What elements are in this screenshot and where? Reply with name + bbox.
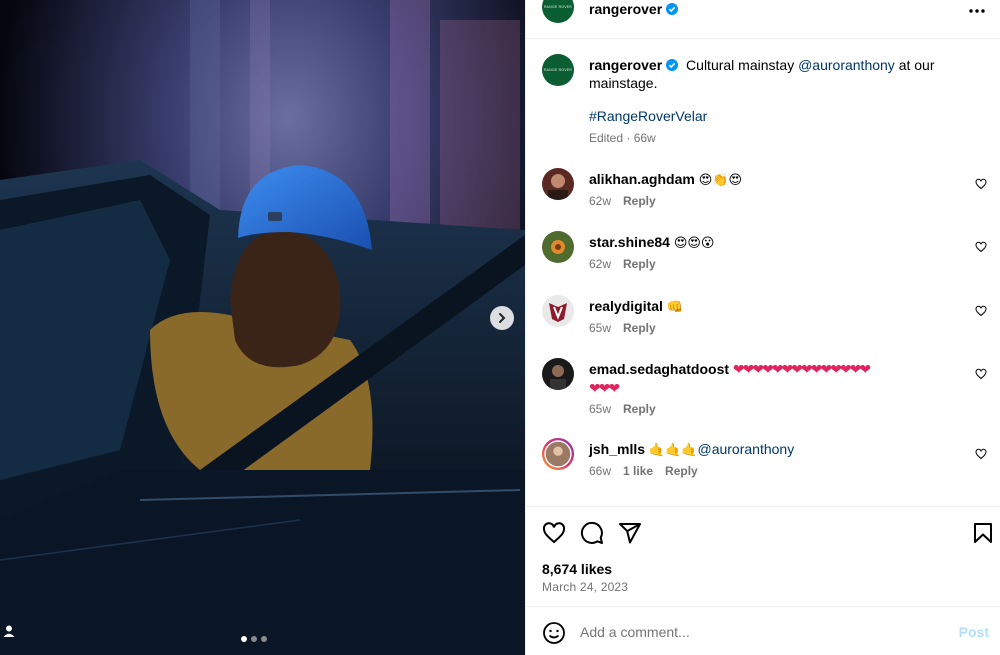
comment-text: 🤙🤙🤙 <box>648 443 698 458</box>
post-comment-button[interactable]: Post <box>959 624 989 640</box>
caption-text: rangerover Cultural mainstay @aurorantho… <box>589 56 974 92</box>
comment-meta: 65w Reply <box>589 321 656 335</box>
comment-time: 62w <box>589 257 612 271</box>
chevron-right-icon <box>499 313 506 323</box>
post-date: March 24, 2023 <box>542 580 629 594</box>
reply-button[interactable]: Reply <box>623 257 656 271</box>
verified-badge-icon <box>666 59 679 71</box>
comment-text: 😍😍😮 <box>673 236 715 251</box>
comment-meta: 62w Reply <box>589 194 656 208</box>
post-actions: 8,674 likes March 24, 2023 <box>526 506 1000 606</box>
comment-body: emad.sedaghatdoost ❤❤❤❤❤❤❤❤❤❤❤❤❤❤ ❤❤❤ <box>589 360 964 398</box>
reply-button[interactable]: Reply <box>623 402 656 416</box>
avatar-logo-text: RANGE ROVER <box>543 68 573 72</box>
slide-indicator <box>241 636 267 642</box>
comment-time: 65w <box>589 321 612 335</box>
reply-button[interactable]: Reply <box>623 321 656 335</box>
comment-body: jsh_mlls 🤙🤙🤙@auroranthony <box>589 440 964 460</box>
comment-icon[interactable] <box>580 521 604 545</box>
account-username-label: rangerover <box>589 1 663 17</box>
comment-username[interactable]: jsh_mlls <box>589 441 645 457</box>
account-avatar[interactable]: RANGE ROVER <box>542 0 574 23</box>
next-slide-button[interactable] <box>490 306 514 330</box>
verified-badge-icon <box>666 3 679 15</box>
comment-likes-count[interactable]: 1 like <box>623 464 653 478</box>
avatar-logo-text: RANGE ROVER <box>543 5 573 9</box>
heart-icon[interactable] <box>542 521 566 545</box>
comment-time: 66w <box>589 464 612 478</box>
commenter-avatar[interactable] <box>541 437 575 471</box>
comment-like-icon[interactable] <box>975 241 987 253</box>
comment-username[interactable]: emad.sedaghatdoost <box>589 361 729 377</box>
account-username[interactable]: rangerover <box>589 1 679 17</box>
comment-time: 62w <box>589 194 612 208</box>
comment-username[interactable]: star.shine84 <box>589 234 670 250</box>
comments-list[interactable]: RANGE ROVER rangerover Cultural mainstay… <box>526 40 1000 506</box>
slide-dot <box>241 636 247 642</box>
comment-text: ❤❤❤ <box>589 381 620 397</box>
comment-mention-link[interactable]: @auroranthony <box>697 441 794 457</box>
caption-hashtag-link[interactable]: #RangeRoverVelar <box>589 108 707 124</box>
comment-meta: 62w Reply <box>589 257 656 271</box>
send-icon[interactable] <box>618 521 642 545</box>
comment-like-icon[interactable] <box>975 305 987 317</box>
commenter-avatar[interactable] <box>542 295 574 327</box>
more-icon <box>969 9 985 13</box>
comment-input[interactable] <box>580 624 920 640</box>
user-tag-icon[interactable] <box>2 624 16 638</box>
commenter-avatar[interactable] <box>542 168 574 200</box>
post-header: RANGE ROVER rangerover <box>526 0 1000 39</box>
comment-like-icon[interactable] <box>975 448 987 460</box>
comment-body: alikhan.aghdam 😍👏😍 <box>589 170 964 190</box>
comment-username[interactable]: alikhan.aghdam <box>589 171 695 187</box>
post-photo <box>0 0 525 655</box>
comment-meta: 66w 1 like Reply <box>589 464 698 478</box>
likes-count[interactable]: 8,674 likes <box>542 561 612 577</box>
caption-avatar[interactable]: RANGE ROVER <box>542 54 574 86</box>
reply-button[interactable]: Reply <box>623 194 656 208</box>
commenter-avatar[interactable] <box>542 231 574 263</box>
emoji-icon[interactable] <box>542 621 566 645</box>
comment-like-icon[interactable] <box>975 178 987 190</box>
comment-text: 😍👏😍 <box>698 173 742 188</box>
bookmark-icon[interactable] <box>971 521 995 545</box>
caption-meta: Edited · 66w <box>589 131 656 145</box>
caption-mention-link[interactable]: @auroranthony <box>798 57 895 73</box>
comment-like-icon[interactable] <box>975 368 987 380</box>
slide-dot <box>251 636 257 642</box>
comment-text: ❤❤❤❤❤❤❤❤❤❤❤❤❤❤ <box>732 362 871 378</box>
post-panel: RANGE ROVER rangerover RANGE ROVER range… <box>525 0 1000 655</box>
slide-dot <box>261 636 267 642</box>
caption-text-part: Cultural mainstay <box>686 57 799 73</box>
comment-composer: Post <box>526 606 1000 655</box>
comment-time: 65w <box>589 402 612 416</box>
comment-text: 👊 <box>666 300 683 315</box>
comment-body: realydigital 👊 <box>589 297 964 317</box>
comment-username[interactable]: realydigital <box>589 298 663 314</box>
caption-username[interactable]: rangerover <box>589 57 662 73</box>
commenter-avatar[interactable] <box>542 358 574 390</box>
reply-button[interactable]: Reply <box>665 464 698 478</box>
comment-meta: 65w Reply <box>589 402 656 416</box>
comment-body: star.shine84 😍😍😮 <box>589 233 964 253</box>
post-media[interactable] <box>0 0 525 655</box>
